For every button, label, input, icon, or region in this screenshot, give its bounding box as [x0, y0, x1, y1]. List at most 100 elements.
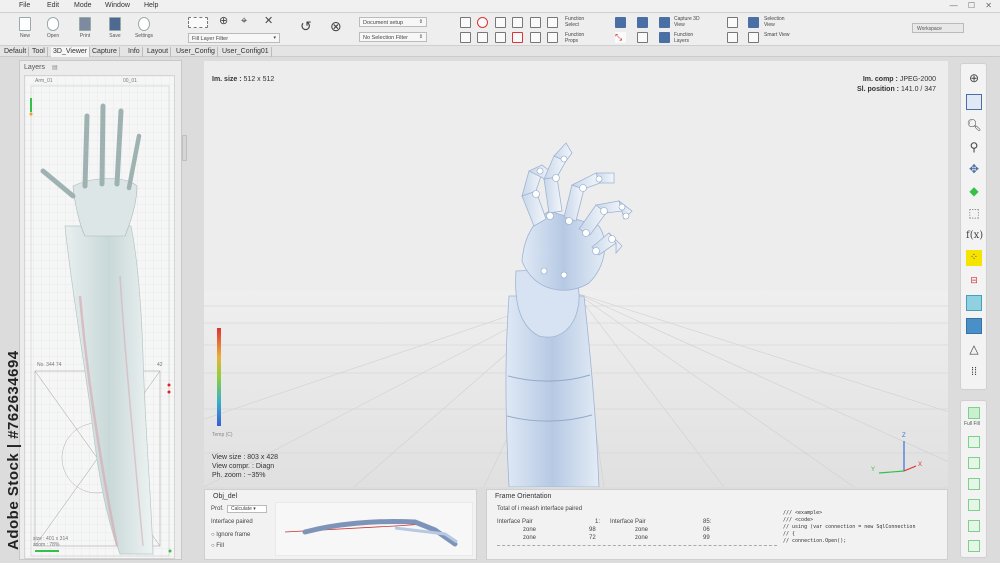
interface-paired-label: Interface paired	[211, 519, 253, 525]
layers-panel: Layers ▤ Arm_01 00_01 No. 344 74 42 size…	[19, 60, 182, 560]
open-label: Open	[46, 33, 60, 39]
open-button[interactable]: Open	[40, 17, 66, 39]
crosshair-icon[interactable]: ⌖	[241, 16, 247, 27]
layout-icon[interactable]	[966, 94, 982, 110]
lasso-icon[interactable]	[477, 17, 488, 28]
ruler-icon[interactable]: ⊟	[966, 272, 982, 288]
target-icon[interactable]: ⊕	[219, 16, 228, 27]
cube-fill-icon-1[interactable]	[968, 436, 980, 448]
zoom-out-icon[interactable]: ⚲	[966, 139, 982, 155]
pen-icon[interactable]	[460, 32, 471, 43]
workspace-select[interactable]: Workspace	[912, 23, 964, 33]
zoom-select-icon[interactable]	[460, 17, 471, 28]
chevron-updown-icon: ⇕	[418, 19, 423, 25]
eyedropper-icon[interactable]	[495, 32, 506, 43]
view-icon[interactable]	[727, 17, 738, 28]
fx-icon[interactable]: f(x)	[966, 228, 983, 244]
frame-panel-subtitle: Total of i meash interface paired	[497, 506, 583, 512]
slice-position-value: 141.0 / 347	[900, 86, 936, 93]
bar-chart-icon[interactable]	[659, 17, 670, 28]
image-size-readout: Im. size : 512 x 512	[212, 75, 274, 84]
line-icon[interactable]	[477, 32, 488, 43]
transform-icon[interactable]: ⤡	[615, 32, 626, 43]
cube-icon[interactable]: ◆	[966, 183, 982, 199]
selection-view-label[interactable]: Selection View	[764, 16, 792, 28]
frame-icon[interactable]	[637, 32, 648, 43]
layers-icon[interactable]	[659, 32, 670, 43]
full-fill-cube-icon[interactable]	[968, 407, 980, 419]
cube-fill-icon-6[interactable]	[968, 540, 980, 552]
scale-arrows-icon[interactable]: ✕	[264, 16, 273, 27]
shape-icon[interactable]	[547, 32, 558, 43]
arm-label: Arm_01	[35, 78, 53, 84]
grid-layout-icon[interactable]	[615, 17, 626, 28]
panel-icon[interactable]	[637, 17, 648, 28]
cube-fill-icon-3[interactable]	[968, 478, 980, 490]
menu-edit[interactable]: Edit	[47, 2, 59, 9]
prof-select[interactable]: Calculate ▾	[227, 505, 267, 513]
fill-checkbox[interactable]: ○ Fill	[211, 543, 224, 549]
redo-cancel-icon[interactable]: ⊗	[330, 19, 342, 33]
function-select-label[interactable]: Function Select	[565, 16, 595, 28]
selection-view-icon[interactable]	[748, 17, 759, 28]
tab-tool[interactable]: Tool	[30, 47, 48, 57]
rect-select-icon[interactable]	[530, 17, 541, 28]
settings-button[interactable]: Settings	[131, 17, 157, 39]
new-button[interactable]: New	[12, 17, 38, 39]
zoom-readout: Ph. zoom : ~35%	[212, 472, 266, 479]
tab-info[interactable]: Info	[126, 47, 143, 57]
marquee-select-icon[interactable]	[188, 17, 208, 28]
save-button[interactable]: Save	[102, 17, 128, 39]
panel-icon[interactable]	[966, 318, 982, 334]
document-setup-select[interactable]: Document setup ⇕	[359, 17, 427, 27]
dots-grid-icon[interactable]: ⁞⁞	[966, 364, 982, 380]
cube-fill-icon-2[interactable]	[968, 457, 980, 469]
brush-icon[interactable]	[495, 17, 506, 28]
layer-filter-select[interactable]: Fill Layer Filter ▾	[188, 33, 280, 43]
function-props-label[interactable]: Function Props	[565, 32, 595, 44]
prof-label: Prof.	[211, 506, 224, 512]
cube-fill-icon-4[interactable]	[968, 499, 980, 511]
cube-fill-icon-5[interactable]	[968, 520, 980, 532]
undo-icon[interactable]: ↺	[300, 19, 312, 33]
3d-viewport[interactable]: Im. size : 512 x 512 Im. comp : JPEG-200…	[204, 61, 948, 487]
left-row-value: 72	[589, 535, 596, 541]
smart-view-icon[interactable]	[748, 32, 759, 43]
tab-3d-viewer[interactable]: 3D_Viewer	[51, 47, 91, 57]
image-comp-readout: Im. comp : JPEG-2000	[863, 75, 936, 84]
rectangle-icon[interactable]	[512, 17, 523, 28]
tab-capture[interactable]: Capture	[90, 47, 120, 57]
tab-user-config[interactable]: User_Config	[174, 47, 218, 57]
panel-collapse-handle[interactable]	[182, 135, 187, 161]
window-controls[interactable]: — ☐ ✕	[950, 1, 996, 10]
menu-help[interactable]: Help	[144, 2, 158, 9]
print-button[interactable]: Print	[72, 17, 98, 39]
cone-icon[interactable]: △	[966, 341, 982, 357]
ignore-frame-checkbox[interactable]: ○ Ignore frame	[211, 532, 250, 538]
tab-layout[interactable]: Layout	[145, 47, 172, 57]
smart-view-label[interactable]: Smart View	[764, 32, 792, 38]
menu-window[interactable]: Window	[105, 2, 130, 9]
zoom-in-icon[interactable]: 🔍︎	[966, 117, 982, 133]
left-row-label: zone	[523, 527, 537, 533]
capture-3d-view-label[interactable]: Capture 3D View	[674, 16, 704, 28]
layers-canvas[interactable]: Arm_01 00_01 No. 344 74 42 size : 401 x …	[24, 75, 175, 559]
tab-default[interactable]: Default	[2, 47, 30, 57]
menu-file[interactable]: File	[19, 2, 30, 9]
smart-icon[interactable]	[727, 32, 738, 43]
move-icon[interactable]: ✥	[966, 161, 982, 177]
menu-mode[interactable]: Mode	[74, 2, 92, 9]
wire-cube-icon[interactable]: ⬚	[966, 205, 982, 221]
crosshair-icon[interactable]: ⊕	[966, 70, 982, 86]
grid-icon[interactable]	[966, 295, 982, 311]
tab-user-config01[interactable]: User_Config01	[220, 47, 272, 57]
points-icon[interactable]: ⁘	[966, 250, 982, 266]
image-icon[interactable]	[547, 17, 558, 28]
panel-menu-icon[interactable]: ▤	[52, 64, 58, 71]
angle-icon[interactable]	[530, 32, 541, 43]
fill-toolbar: Full Fill	[960, 400, 987, 558]
toolbar: New Open Print Save Settings ⊕ ⌖ ✕ Fill …	[0, 13, 1000, 46]
selection-filter-select[interactable]: No Selection Filter ⇕	[359, 32, 427, 42]
function-layers-label[interactable]: Function Layers	[674, 32, 704, 44]
node-select-icon[interactable]	[512, 32, 523, 43]
